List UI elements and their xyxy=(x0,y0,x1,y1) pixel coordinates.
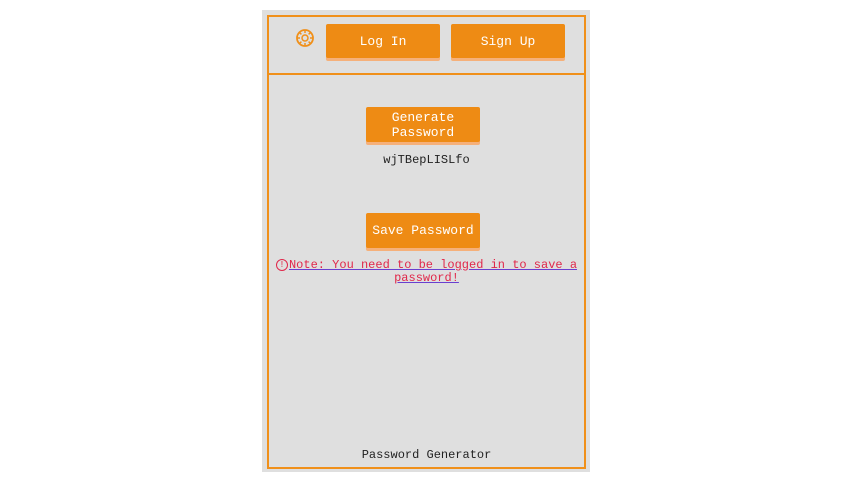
note-text: Note: You need to be logged in to save a… xyxy=(288,258,578,286)
app-panel: Log In Sign Up Generate Password wjTBepL… xyxy=(262,10,590,472)
login-button[interactable]: Log In xyxy=(326,24,440,58)
save-password-button[interactable]: Save Password xyxy=(366,213,480,248)
warning-circle-icon: ! xyxy=(275,259,288,271)
signup-button[interactable]: Sign Up xyxy=(451,24,565,58)
footer-title: Password Generator xyxy=(361,448,492,462)
header-bar: Log In Sign Up xyxy=(269,17,584,75)
app-frame: Log In Sign Up Generate Password wjTBepL… xyxy=(267,15,586,469)
gear-icon[interactable] xyxy=(295,28,315,48)
generated-password: wjTBepLISLfo xyxy=(383,153,470,167)
login-required-note[interactable]: ! Note: You need to be logged in to save … xyxy=(273,259,580,285)
generate-password-button[interactable]: Generate Password xyxy=(366,107,480,142)
